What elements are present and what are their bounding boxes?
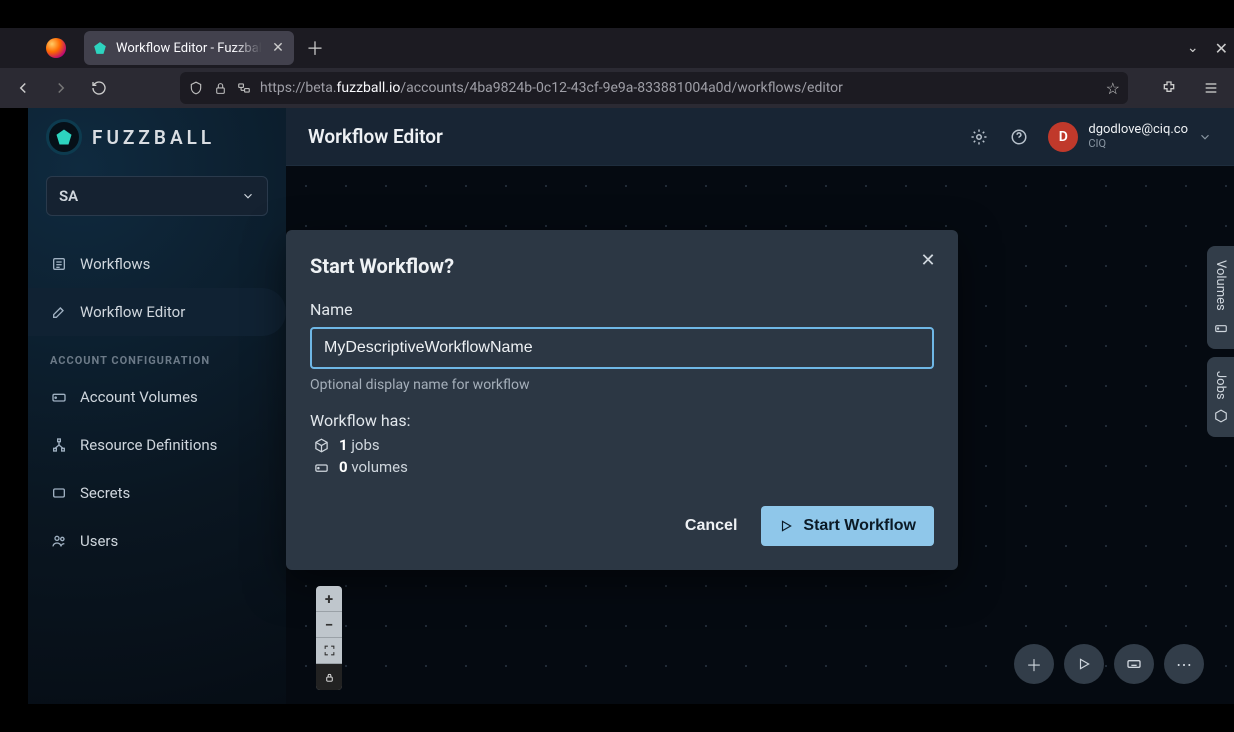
workflow-name-input[interactable] [310, 327, 934, 369]
account-selector[interactable]: SA [46, 176, 268, 216]
play-icon [779, 519, 793, 533]
user-org: CIQ [1088, 138, 1188, 150]
new-tab-button[interactable]: ＋ [300, 33, 330, 63]
key-icon [50, 484, 68, 502]
page-title: Workflow Editor [308, 125, 443, 148]
edit-icon [50, 303, 68, 321]
os-topbar [0, 0, 1234, 28]
sidebar-item-users[interactable]: Users [28, 517, 286, 565]
sidebar-item-label: Users [80, 532, 118, 550]
logo[interactable]: FUZZBALL [28, 108, 286, 166]
window-close-icon[interactable]: ✕ [1215, 39, 1228, 58]
reload-button[interactable] [82, 71, 116, 105]
users-icon [50, 532, 68, 550]
browser-tab-strip: Workflow Editor - Fuzzball ✕ ＋ ⌄ ✕ [0, 28, 1234, 68]
logo-mark [46, 119, 82, 155]
shield-icon [188, 80, 204, 96]
list-icon [50, 255, 68, 273]
sidebar-item-label: Secrets [80, 484, 130, 502]
sidebar-item-label: Workflows [80, 255, 150, 273]
sidebar-item-secrets[interactable]: Secrets [28, 469, 286, 517]
run-button[interactable] [1064, 644, 1104, 684]
workflow-summary-label: Workflow has: [310, 411, 934, 430]
sidebar-item-label: Account Volumes [80, 388, 198, 406]
close-icon[interactable]: ✕ [270, 40, 286, 56]
url-domain: fuzzball.io [337, 80, 401, 96]
main-area: Workflow Editor D dgodlove@ciq.co CIQ [286, 108, 1234, 704]
help-icon[interactable] [1008, 126, 1030, 148]
start-workflow-label: Start Workflow [803, 517, 916, 535]
account-selector-label: SA [59, 187, 78, 205]
workflow-canvas[interactable]: Start Workflow? ✕ Name Optional display … [286, 166, 1234, 704]
avatar: D [1048, 122, 1078, 152]
rail-tab-volumes[interactable]: Volumes [1207, 246, 1234, 349]
user-menu[interactable]: D dgodlove@ciq.co CIQ [1048, 122, 1212, 152]
url-bar[interactable]: https://beta.fuzzball.io/accounts/4ba982… [180, 72, 1128, 104]
sidebar-item-account-volumes[interactable]: Account Volumes [28, 373, 286, 421]
rail-tab-jobs[interactable]: Jobs [1207, 357, 1234, 438]
name-helper: Optional display name for workflow [310, 377, 934, 393]
summary-volumes: 0 volumes [314, 458, 934, 476]
permissions-icon [236, 80, 252, 96]
sidebar: FUZZBALL SA Workflows Workflow Editor AC [28, 108, 286, 704]
rail-tab-label: Jobs [1213, 371, 1228, 400]
back-button[interactable] [6, 71, 40, 105]
bookmark-icon[interactable]: ☆ [1106, 79, 1120, 98]
lock-view-button[interactable] [316, 664, 342, 690]
jobs-count: 1 [339, 436, 348, 454]
chevron-down-icon [241, 189, 255, 203]
volumes-label: volumes [348, 458, 408, 476]
summary-jobs: 1 jobs [314, 436, 934, 454]
browser-tab[interactable]: Workflow Editor - Fuzzball ✕ [84, 31, 294, 65]
drive-icon [1214, 321, 1228, 335]
tabs-dropdown-icon[interactable]: ⌄ [1187, 40, 1199, 56]
sidebar-item-label: Resource Definitions [80, 436, 217, 454]
drive-icon [50, 388, 68, 406]
cube-icon [1214, 409, 1228, 423]
drive-icon [314, 460, 329, 475]
logo-text: FUZZBALL [92, 126, 215, 149]
fit-view-button[interactable] [316, 638, 342, 664]
sidebar-item-workflows[interactable]: Workflows [28, 240, 286, 288]
sidebar-section-label: ACCOUNT CONFIGURATION [50, 354, 264, 367]
url-path: /accounts/4ba9824b-0c12-43cf-9e9a-833881… [400, 80, 843, 96]
extensions-icon[interactable] [1152, 71, 1186, 105]
zoom-out-button[interactable]: − [316, 612, 342, 638]
zoom-in-button[interactable]: + [316, 586, 342, 612]
volumes-count: 0 [339, 458, 348, 476]
keyboard-button[interactable] [1114, 644, 1154, 684]
more-button[interactable]: ⋯ [1164, 644, 1204, 684]
add-node-button[interactable]: ＋ [1014, 644, 1054, 684]
cube-icon [314, 438, 329, 453]
tab-favicon [92, 40, 108, 56]
jobs-label: jobs [348, 436, 380, 454]
app-root: FUZZBALL SA Workflows Workflow Editor AC [28, 108, 1234, 704]
zoom-controls: + − [316, 586, 342, 690]
forward-button[interactable] [44, 71, 78, 105]
sidebar-item-resource-definitions[interactable]: Resource Definitions [28, 421, 286, 469]
app-menu-icon[interactable] [1194, 71, 1228, 105]
start-workflow-dialog: Start Workflow? ✕ Name Optional display … [286, 230, 958, 570]
sidebar-item-label: Workflow Editor [80, 303, 185, 321]
url-text: https://beta.fuzzball.io/accounts/4ba982… [260, 80, 1098, 96]
appbar: Workflow Editor D dgodlove@ciq.co CIQ [286, 108, 1234, 166]
url-prefix: https://beta. [260, 80, 337, 96]
start-workflow-button[interactable]: Start Workflow [761, 506, 934, 546]
rail-tab-label: Volumes [1213, 260, 1228, 311]
cancel-button[interactable]: Cancel [685, 517, 737, 535]
hierarchy-icon [50, 436, 68, 454]
tab-title: Workflow Editor - Fuzzball [116, 41, 262, 56]
user-email: dgodlove@ciq.co [1088, 123, 1188, 137]
dialog-title: Start Workflow? [310, 254, 934, 278]
name-label: Name [310, 300, 934, 319]
lock-icon [212, 80, 228, 96]
firefox-icon [28, 28, 84, 68]
theme-toggle-icon[interactable] [968, 126, 990, 148]
close-icon[interactable]: ✕ [916, 248, 940, 272]
chevron-down-icon [1198, 130, 1212, 144]
browser-toolbar: https://beta.fuzzball.io/accounts/4ba982… [0, 68, 1234, 108]
sidebar-item-workflow-editor[interactable]: Workflow Editor [28, 288, 286, 336]
